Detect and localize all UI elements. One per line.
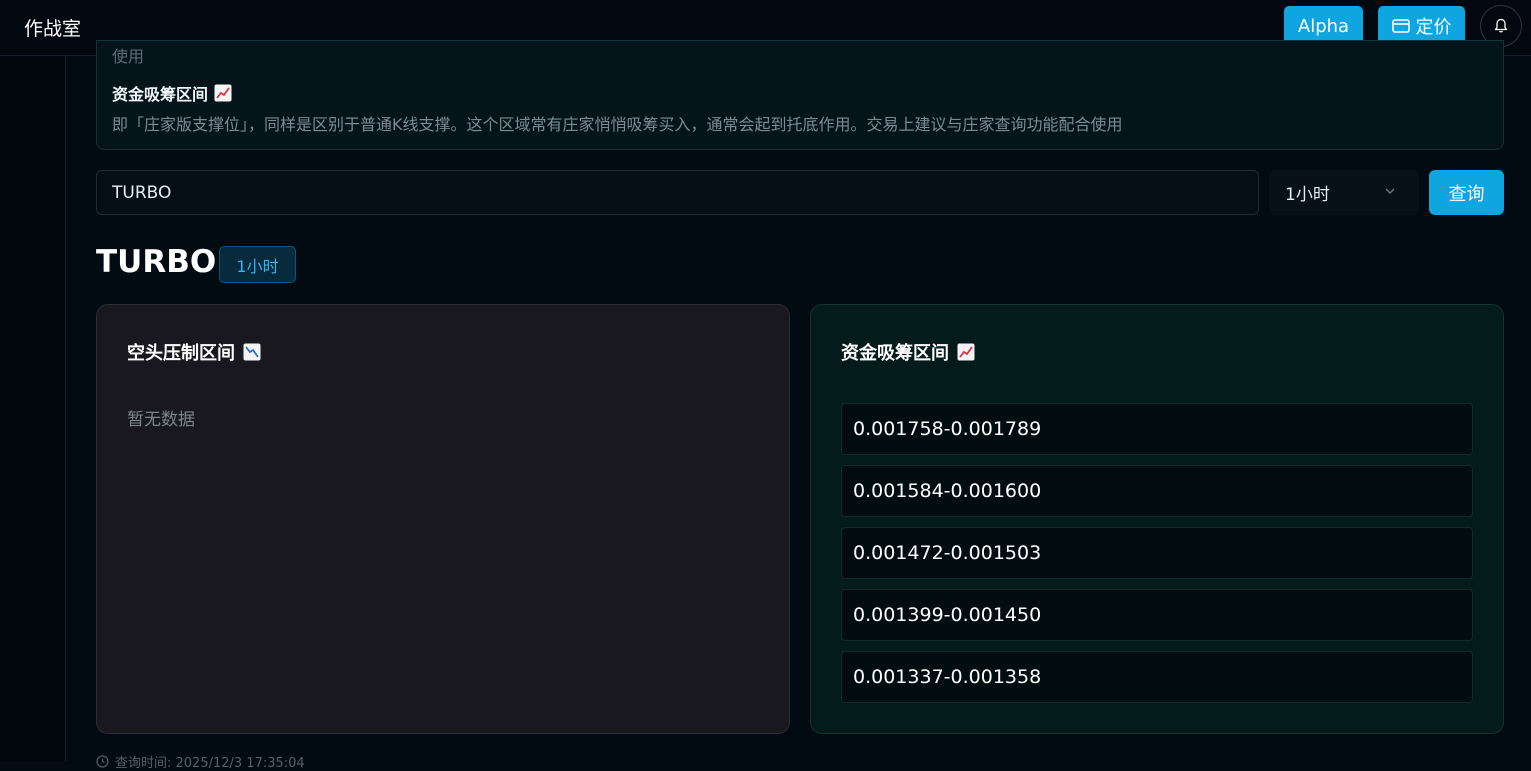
info-box: 使用 资金吸筹区间 即「庄家版支撑位」，同样是区别于普通K线支撑。这个区域常有庄… [96, 40, 1504, 150]
interval-select[interactable]: 1小时 [1269, 170, 1419, 215]
chart-increasing-icon [957, 343, 975, 361]
range-item: 0.001758-0.001789 [841, 403, 1473, 455]
credit-card-icon [1391, 19, 1410, 33]
accumulation-panel: 资金吸筹区间 0.001758-0.001789 0.001584-0.0016… [810, 304, 1504, 734]
chevron-down-icon [1385, 188, 1395, 194]
symbol-title: TURBO [96, 244, 217, 280]
bear-empty-text: 暂无数据 [127, 410, 195, 430]
interval-select-value: 1小时 [1285, 185, 1330, 205]
bell-icon [1494, 18, 1508, 33]
bull-panel-title: 资金吸筹区间 [841, 339, 975, 365]
info-heading-label: 资金吸筹区间 [112, 85, 209, 104]
query-button[interactable]: 查询 [1429, 170, 1504, 215]
bear-pressure-panel: 空头压制区间 暂无数据 [96, 304, 790, 734]
pricing-label: 定价 [1415, 17, 1452, 38]
query-time-text: 查询时间: 2025/12/3 17:35:04 [115, 756, 305, 771]
range-item: 0.001472-0.001503 [841, 527, 1473, 579]
range-item: 0.001584-0.001600 [841, 465, 1473, 517]
range-item: 0.001399-0.001450 [841, 589, 1473, 641]
info-heading: 资金吸筹区间 [112, 81, 232, 105]
info-prev-text: 使用 [112, 47, 145, 66]
sidebar [0, 56, 66, 761]
info-description: 即「庄家版支撑位」，同样是区别于普通K线支撑。这个区域常有庄家悄悄吸筹买入，通常… [112, 115, 1123, 134]
app-title: 作战室 [24, 18, 82, 40]
clock-icon [96, 755, 109, 768]
chart-increasing-icon [214, 84, 232, 102]
query-time: 查询时间: 2025/12/3 17:35:04 [96, 752, 305, 771]
bull-panel-title-label: 资金吸筹区间 [841, 343, 949, 364]
symbol-search-input[interactable] [96, 170, 1259, 215]
range-item: 0.001337-0.001358 [841, 651, 1473, 703]
chart-decreasing-icon [243, 343, 261, 361]
bear-panel-title-label: 空头压制区间 [127, 343, 235, 364]
interval-badge: 1小时 [219, 246, 296, 283]
bear-panel-title: 空头压制区间 [127, 339, 261, 365]
